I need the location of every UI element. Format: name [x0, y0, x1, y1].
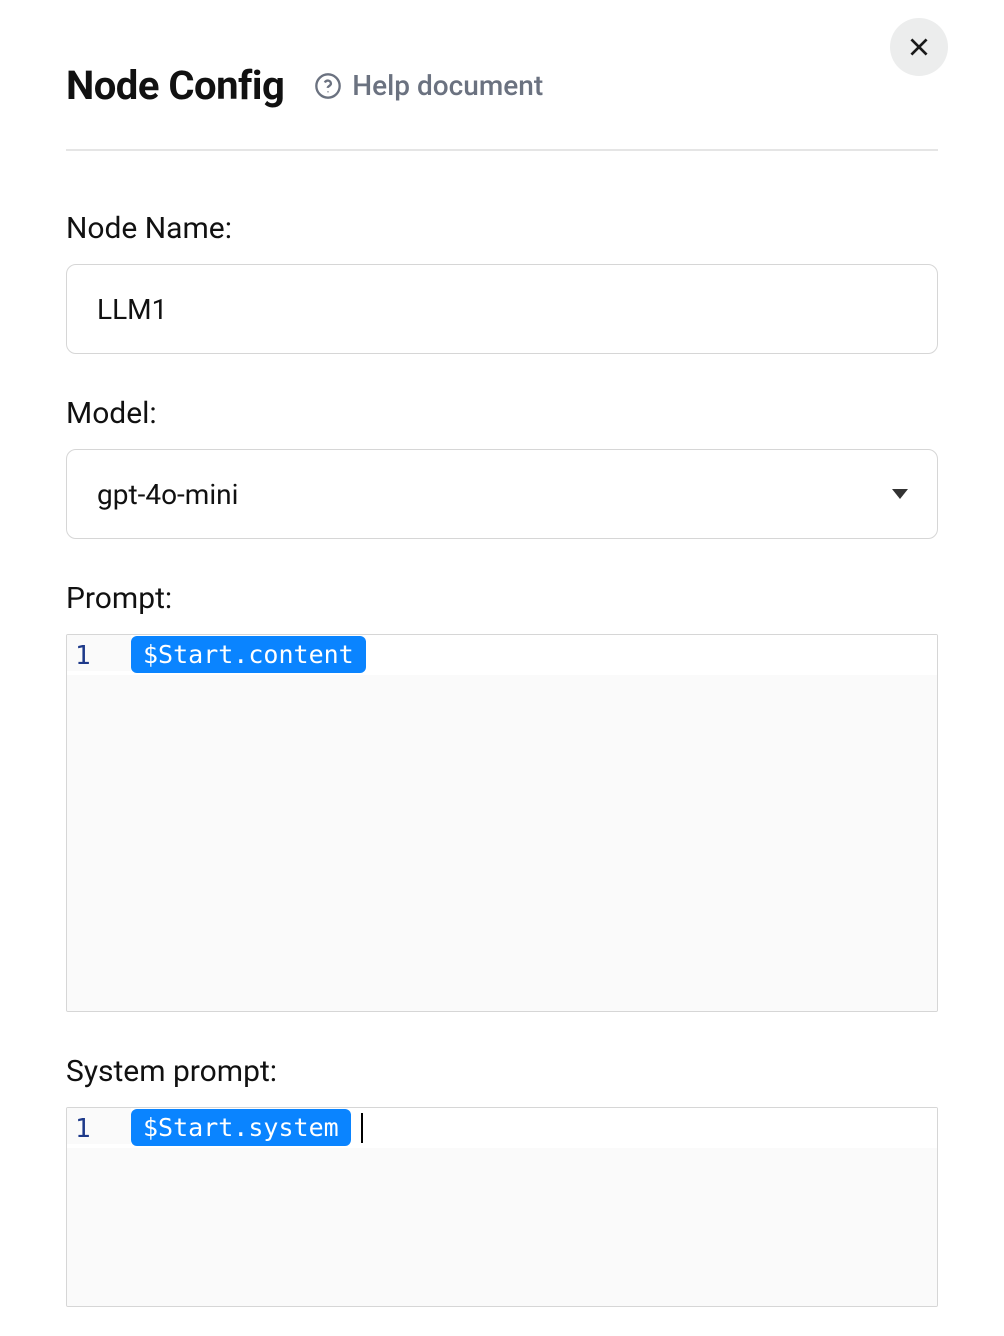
prompt-field-group: Prompt: 1 $Start.content	[66, 581, 938, 1012]
system-prompt-variable-pill[interactable]: $Start.system	[131, 1109, 351, 1146]
system-prompt-line-number: 1	[67, 1108, 131, 1144]
page-title: Node Config	[66, 62, 284, 109]
system-prompt-editor[interactable]: 1 $Start.system	[66, 1107, 938, 1307]
prompt-variable-pill[interactable]: $Start.content	[131, 636, 366, 673]
help-icon	[314, 72, 342, 100]
model-label: Model:	[66, 396, 938, 431]
prompt-label: Prompt:	[66, 581, 938, 616]
model-field-group: Model:	[66, 396, 938, 539]
system-prompt-label: System prompt:	[66, 1054, 938, 1089]
prompt-line-number: 1	[67, 635, 131, 671]
help-document-link[interactable]: Help document	[314, 69, 543, 102]
panel-header: Node Config Help document	[66, 20, 938, 151]
close-button[interactable]	[890, 18, 948, 76]
node-name-label: Node Name:	[66, 211, 938, 246]
model-select-wrap	[66, 449, 938, 539]
help-document-label: Help document	[352, 69, 543, 102]
node-name-input[interactable]	[66, 264, 938, 354]
model-select[interactable]	[66, 449, 938, 539]
text-cursor	[361, 1113, 363, 1143]
system-prompt-field-group: System prompt: 1 $Start.system	[66, 1054, 938, 1307]
node-config-panel: Node Config Help document Node Name: Mod…	[0, 0, 1004, 1336]
node-name-field-group: Node Name:	[66, 211, 938, 354]
close-icon	[906, 34, 932, 60]
prompt-editor[interactable]: 1 $Start.content	[66, 634, 938, 1012]
form-section: Node Name: Model: Prompt: 1	[66, 151, 938, 1307]
